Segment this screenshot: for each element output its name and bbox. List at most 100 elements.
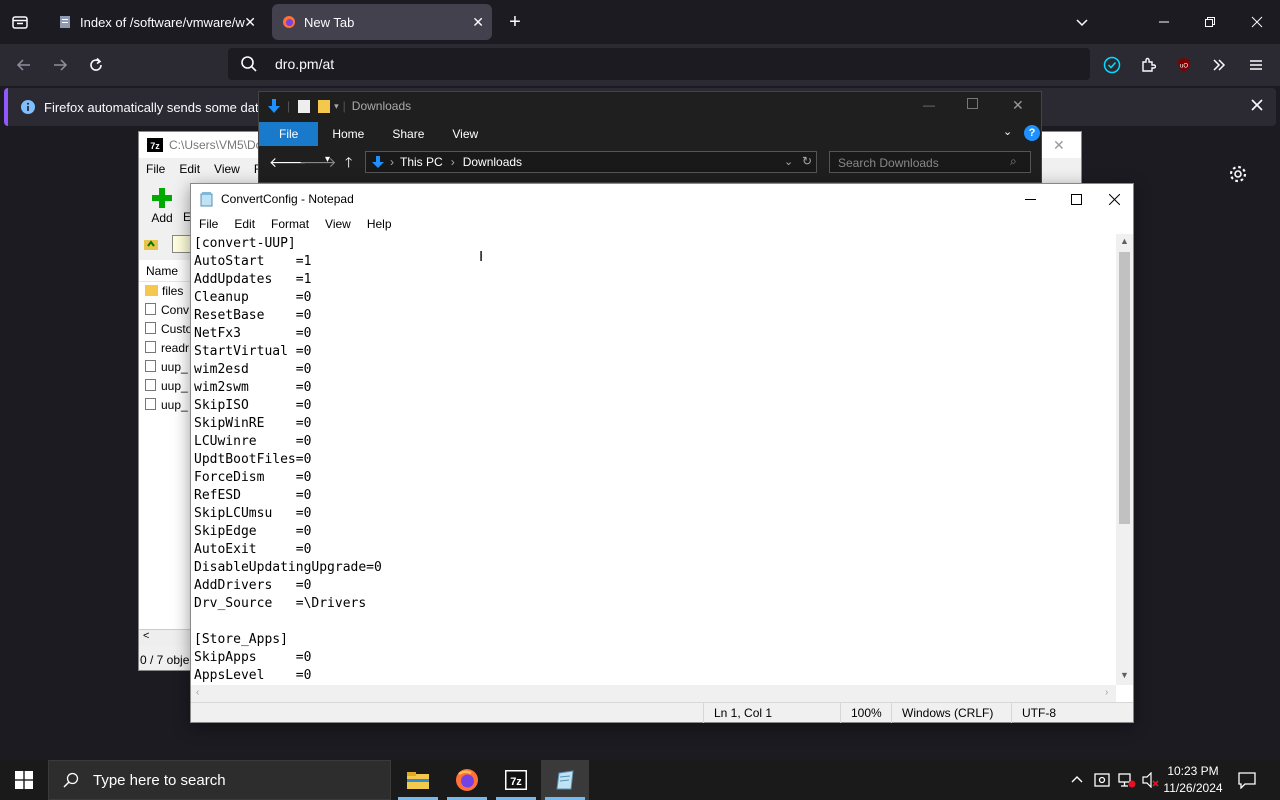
extensions-icon[interactable] — [1134, 51, 1162, 79]
horizontal-scrollbar[interactable]: < — [139, 629, 191, 646]
explorer-title: Downloads — [351, 99, 412, 113]
menu-file[interactable]: File — [139, 162, 172, 182]
forward-icon[interactable] — [46, 51, 74, 79]
search-icon — [63, 772, 79, 788]
address-bar[interactable]: › This PC › Downloads ⌄ ↻ — [365, 151, 817, 173]
clock[interactable]: 10:23 PM 11/26/2024 — [1162, 763, 1224, 797]
refresh-icon[interactable]: ↻ — [802, 154, 812, 168]
taskbar-notepad[interactable] — [541, 760, 589, 800]
breadcrumb-downloads[interactable]: Downloads — [463, 155, 522, 169]
menu-icon[interactable] — [1242, 51, 1270, 79]
menu-format[interactable]: Format — [263, 214, 317, 234]
file-list: Name files Conv Custo readr uup_ uup_ uu… — [139, 260, 192, 642]
reload-icon[interactable] — [82, 51, 110, 79]
window-title: ConvertConfig - Notepad — [221, 192, 354, 206]
menu-help[interactable]: Help — [359, 214, 400, 234]
taskbar-file-explorer[interactable] — [394, 760, 442, 800]
minimize-icon[interactable] — [1150, 8, 1178, 36]
minimize-icon[interactable]: — — [923, 98, 935, 112]
restore-icon[interactable] — [1196, 8, 1224, 36]
close-tab-icon[interactable]: ✕ — [244, 14, 256, 31]
breadcrumb-this-pc[interactable]: This PC — [400, 155, 443, 169]
close-icon[interactable]: ✕ — [1053, 137, 1065, 154]
7zip-icon: 7z — [505, 770, 527, 790]
menu-file[interactable]: File — [191, 214, 226, 234]
text-editor[interactable]: [convert-UUP] AutoStart =1 AddUpdates =1… — [194, 235, 1116, 685]
taskbar-search-box[interactable]: Type here to search — [48, 760, 391, 800]
recent-locations-icon[interactable]: ▾ — [325, 154, 330, 165]
close-icon[interactable]: ✕ — [1012, 97, 1024, 114]
ribbon-tab-view[interactable]: View — [438, 122, 492, 146]
start-button[interactable] — [0, 760, 48, 800]
notepad-window: ConvertConfig - Notepad File Edit Format… — [190, 183, 1134, 723]
more-tools-icon[interactable] — [1205, 51, 1233, 79]
windows-logo-icon — [15, 771, 33, 789]
menu-view[interactable]: View — [317, 214, 359, 234]
system-tray-icon[interactable] — [1094, 772, 1110, 788]
network-icon[interactable] — [1118, 772, 1136, 788]
list-item[interactable]: Conv — [145, 301, 191, 320]
menu-edit[interactable]: Edit — [226, 214, 263, 234]
help-icon[interactable]: ? — [1024, 125, 1040, 141]
url-bar[interactable]: dro.pm/at — [228, 48, 1090, 80]
7zip-path: C:\Users\VM5\Do — [169, 138, 263, 152]
close-notification-icon[interactable] — [1250, 98, 1264, 112]
maximize-icon[interactable] — [1053, 184, 1099, 214]
account-sync-icon[interactable] — [1098, 51, 1126, 79]
list-item[interactable]: Custo — [145, 320, 192, 339]
list-item[interactable]: uup_ — [145, 377, 191, 396]
svg-text:7z: 7z — [150, 141, 160, 151]
list-item[interactable]: files — [145, 282, 191, 301]
up-folder-icon[interactable] — [143, 236, 159, 252]
browser-tab-bar: Index of /software/vmware/wo ✕ New Tab ✕… — [0, 0, 1280, 44]
list-all-tabs-icon[interactable] — [1068, 8, 1096, 36]
expand-ribbon-icon[interactable]: ⌄ — [1003, 125, 1012, 138]
ribbon-tab-share[interactable]: Share — [378, 122, 438, 146]
volume-muted-icon[interactable] — [1142, 772, 1160, 788]
menu-view[interactable]: View — [207, 162, 247, 182]
forward-icon[interactable]: 🡒 — [299, 154, 337, 171]
horizontal-scrollbar[interactable]: ‹ › — [191, 685, 1116, 702]
up-icon[interactable]: 🡑 — [345, 152, 352, 176]
add-button[interactable]: Add — [147, 187, 177, 227]
action-center-icon[interactable] — [1238, 771, 1256, 789]
scrollbar-thumb[interactable] — [1119, 252, 1130, 524]
list-item[interactable]: uup_ — [145, 358, 191, 377]
tab-title: Index of /software/vmware/wo — [80, 14, 245, 30]
ublock-origin-icon[interactable]: uO — [1170, 51, 1198, 79]
tab-index-of-software[interactable]: Index of /software/vmware/wo ✕ — [48, 4, 264, 40]
new-folder-icon[interactable] — [318, 99, 331, 113]
text-cursor-icon: I — [479, 248, 484, 265]
tab-new-tab[interactable]: New Tab ✕ — [272, 4, 492, 40]
close-tab-icon[interactable]: ✕ — [472, 14, 484, 31]
search-downloads-input[interactable]: Search Downloads ⌕ — [829, 151, 1031, 173]
list-item[interactable]: readr — [145, 339, 191, 358]
quick-access-dropdown-icon[interactable]: ▾ — [334, 101, 339, 112]
menu-edit[interactable]: Edit — [172, 162, 207, 182]
new-tab-icon[interactable]: + — [501, 8, 529, 36]
close-icon[interactable] — [1095, 184, 1133, 214]
taskbar: Type here to search 7z 10:23 PM 11/26/20… — [0, 760, 1280, 800]
firefox-icon — [456, 769, 478, 791]
tab-overview-icon[interactable] — [6, 8, 34, 36]
url-text: dro.pm/at — [275, 56, 335, 72]
notepad-status-bar: Ln 1, Col 1 100% Windows (CRLF) UTF-8 — [191, 702, 1133, 723]
column-header-name[interactable]: Name — [139, 260, 191, 282]
ribbon-tab-file[interactable]: File — [259, 122, 319, 146]
vertical-scrollbar[interactable]: ▲ ▼ — [1116, 234, 1133, 685]
ribbon-tab-home[interactable]: Home — [318, 122, 378, 146]
add-label: Add — [151, 211, 173, 225]
taskbar-7zip[interactable]: 7z — [492, 760, 540, 800]
settings-gear-icon[interactable] — [1228, 164, 1248, 184]
list-item[interactable]: uup_ — [145, 396, 191, 415]
show-hidden-icons-icon[interactable] — [1070, 772, 1084, 786]
address-dropdown-icon[interactable]: ⌄ — [784, 155, 793, 168]
line-endings: Windows (CRLF) — [891, 703, 1011, 723]
back-icon[interactable] — [10, 51, 38, 79]
close-window-icon[interactable] — [1243, 8, 1271, 36]
maximize-icon[interactable] — [967, 98, 978, 109]
minimize-icon[interactable] — [1007, 184, 1053, 214]
taskbar-firefox[interactable] — [443, 760, 491, 800]
clock-date: 11/26/2024 — [1163, 781, 1223, 795]
properties-icon[interactable] — [298, 99, 311, 113]
